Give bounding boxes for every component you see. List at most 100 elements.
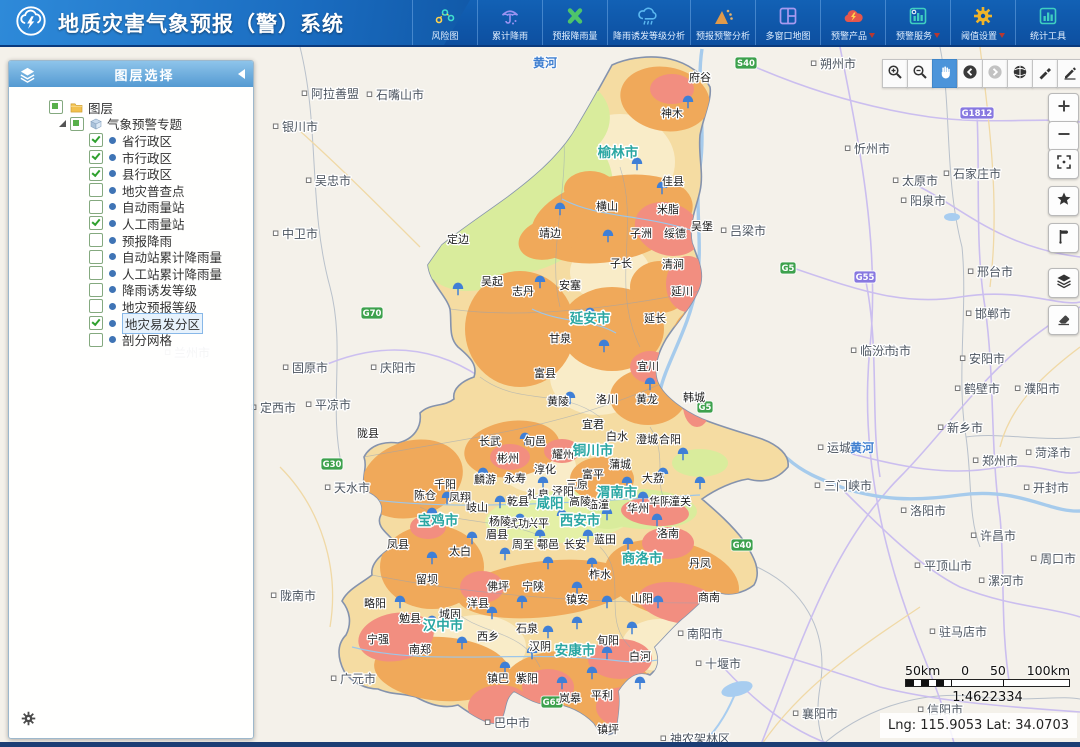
toolbar-item-multi-window[interactable]: 多窗口地图: [755, 0, 820, 45]
scale-bar: 50km 0 50 100km 1:4622334: [905, 663, 1070, 705]
city-marker: [696, 661, 701, 666]
toolbar-item-chart-search[interactable]: 预警服务: [885, 0, 950, 45]
city-label: 巴中市: [494, 715, 530, 730]
settings-gear-icon[interactable]: [21, 711, 36, 730]
map-tool-next-extent[interactable]: [982, 59, 1008, 88]
bookmark-star-icon: [1056, 191, 1072, 211]
layer-checkbox[interactable]: [89, 233, 103, 247]
toolbar-item-chart-stats[interactable]: 统计工具: [1015, 0, 1080, 45]
county-label: 周至: [512, 538, 534, 551]
city-marker: [302, 91, 307, 96]
toolbar-item-gear[interactable]: 阈值设置: [950, 0, 1015, 45]
county-label: 绥德: [664, 226, 686, 240]
city-marker: [901, 198, 906, 203]
chart-search-icon: [907, 4, 929, 28]
city-label: 定西市: [260, 400, 296, 415]
city-marker: [367, 92, 372, 97]
bottom-strip: [0, 742, 1080, 747]
map-tool-clear-brush[interactable]: [1032, 59, 1058, 88]
side-tool-plus[interactable]: [1048, 93, 1079, 123]
city-marker: [1015, 386, 1020, 391]
county-label: 白河: [629, 649, 651, 663]
layer-checkbox[interactable]: [89, 250, 103, 264]
layer-checkbox[interactable]: [89, 167, 103, 181]
county-label: 麟游: [474, 472, 496, 486]
toolbar-item-rain-umbrella[interactable]: 累计降雨: [477, 0, 542, 45]
city-marker: [918, 707, 923, 712]
side-tool-measure-flag[interactable]: [1048, 223, 1079, 253]
toolbar-item-green-cross[interactable]: 预报降雨量: [542, 0, 607, 45]
map-tool-zoom-in[interactable]: [882, 59, 908, 88]
side-tool-bookmark-star[interactable]: [1048, 186, 1079, 216]
layer-panel-header: 图层选择: [9, 61, 253, 87]
county-label: 兴平: [527, 517, 549, 530]
city-marker: [325, 485, 330, 490]
county-label: 横山: [596, 199, 618, 213]
toolbar-item-landslide[interactable]: 预报预警分析: [690, 0, 755, 45]
tree-expand-icon[interactable]: [59, 120, 66, 127]
toolbar-item-warning-cloud[interactable]: 预警产品: [820, 0, 885, 45]
city-marker: [371, 365, 376, 370]
layer-checkbox[interactable]: [89, 299, 103, 313]
city-marker: [851, 348, 856, 353]
side-tool-eraser[interactable]: [1048, 305, 1079, 335]
layer-group-checkbox[interactable]: [70, 117, 84, 131]
city-label: 忻州市: [854, 141, 890, 156]
road-shield: G30: [321, 458, 343, 470]
road-shield: G70: [361, 307, 383, 319]
measure-flag-icon: [1056, 228, 1072, 248]
layer-checkbox[interactable]: [89, 183, 103, 197]
city-marker: [818, 445, 823, 450]
side-tool-minus[interactable]: [1048, 121, 1079, 151]
county-label: 旬邑: [524, 435, 546, 448]
header-toolbar: 风险图累计降雨预报降雨量降雨诱发等级分析预报预警分析多窗口地图预警产品 预警服务…: [412, 0, 1080, 45]
layer-checkbox[interactable]: [89, 150, 103, 164]
app-title: 地质灾害气象预报（警）系统: [58, 8, 344, 38]
map-tool-full-extent[interactable]: [1007, 59, 1033, 88]
city-marker: [661, 736, 666, 741]
county-label: 岚皋: [559, 691, 581, 705]
county-label: 洛南: [657, 526, 679, 540]
toolbar-item-cloud-rain[interactable]: 降雨诱发等级分析: [607, 0, 690, 45]
svg-text:G5: G5: [782, 264, 795, 274]
county-label: 华州: [627, 501, 649, 515]
next-extent-icon: [987, 64, 1003, 84]
route-dots-icon: [434, 4, 456, 28]
chart-stats-icon: [1037, 4, 1059, 28]
county-label: 耀州: [552, 448, 574, 461]
map-tool-previous-extent[interactable]: [957, 59, 983, 88]
city-marker: [306, 402, 311, 407]
county-label: 镇安: [566, 592, 588, 606]
side-tool-layers[interactable]: [1048, 268, 1079, 298]
map-tool-zoom-out[interactable]: [907, 59, 933, 88]
toolbar-item-label: 统计工具: [1030, 29, 1066, 42]
scale-labels: 50km 0 50 100km: [905, 663, 1070, 678]
prefecture-label: 榆林市: [598, 144, 639, 161]
scale-mid: 50: [990, 663, 1006, 678]
side-tool-expand[interactable]: [1048, 149, 1079, 179]
layer-checkbox[interactable]: [89, 200, 103, 214]
county-label: 延川: [671, 285, 693, 298]
layer-checkbox[interactable]: [89, 133, 103, 147]
layer-bullet-icon: [109, 303, 116, 310]
layer-checkbox[interactable]: [89, 283, 103, 297]
layer-checkbox[interactable]: [89, 333, 103, 347]
layer-checkbox[interactable]: [89, 216, 103, 230]
panel-collapse-icon[interactable]: [238, 69, 245, 79]
map-tool-draw-pencil[interactable]: [1057, 59, 1080, 88]
map-tool-pan[interactable]: [932, 59, 958, 88]
toolbar-item-label: 多窗口地图: [765, 29, 810, 42]
city-label: 襄阳市: [802, 706, 838, 721]
layer-checkbox[interactable]: [89, 316, 103, 330]
county-label: 山阳: [631, 592, 653, 605]
county-label: 平利: [591, 689, 613, 702]
app-logo-icon: [14, 4, 48, 42]
county-label: 柞水: [589, 567, 611, 581]
county-label: 黄龙: [636, 392, 658, 406]
layer-item-label[interactable]: 剖分网格: [122, 330, 172, 349]
layer-root-checkbox[interactable]: [49, 100, 63, 114]
toolbar-item-route-dots[interactable]: 风险图: [412, 0, 477, 45]
layer-checkbox[interactable]: [89, 266, 103, 280]
city-marker: [815, 483, 820, 488]
cloud-rain-icon: [637, 4, 660, 28]
